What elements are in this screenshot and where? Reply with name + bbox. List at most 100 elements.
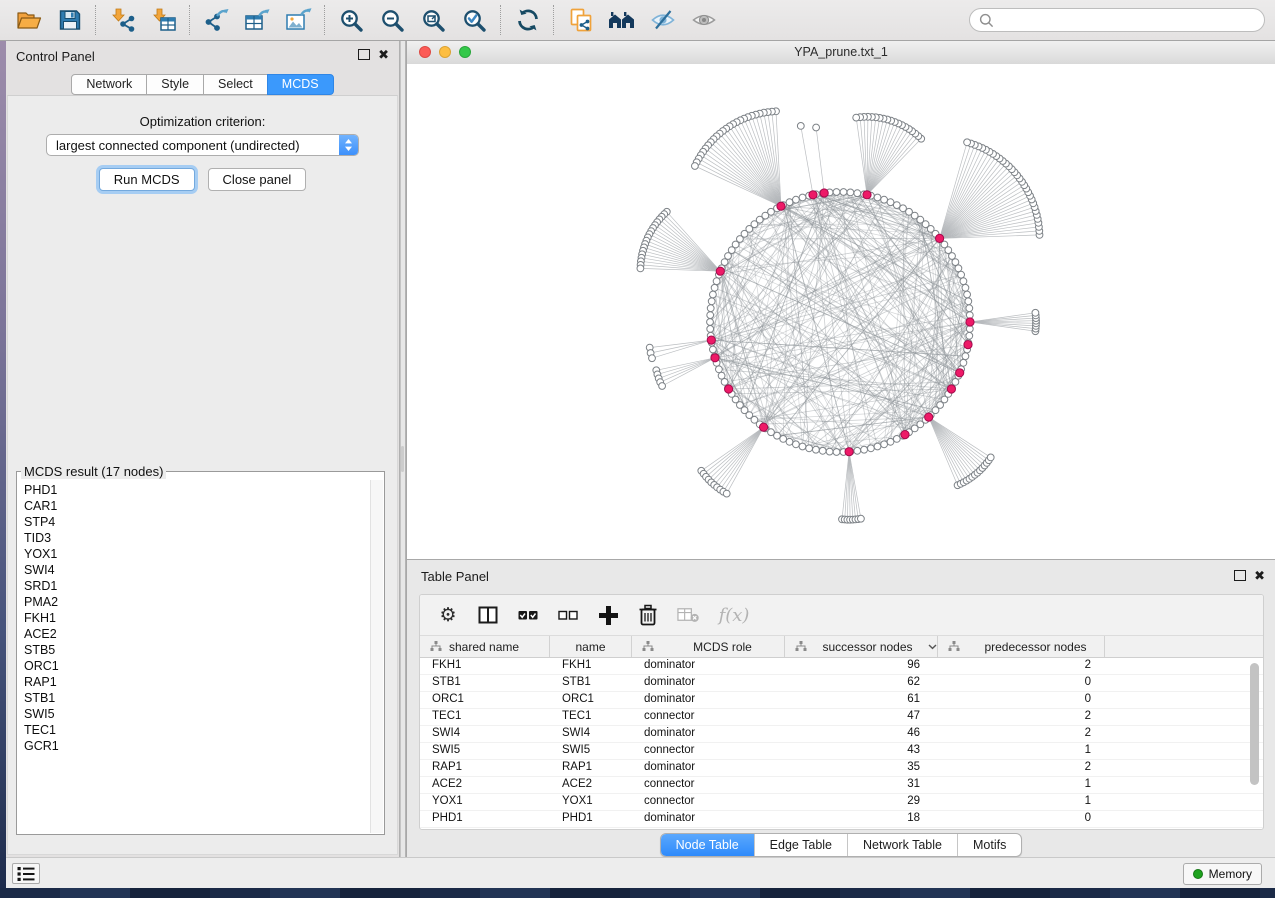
table-cell: RAP1 (550, 760, 632, 776)
function-builder-button[interactable]: f(x) (717, 603, 751, 627)
tab-mcds[interactable]: MCDS (267, 74, 334, 95)
table-row[interactable]: YOX1YOX1connector291 (420, 794, 1263, 811)
mcds-result-item[interactable]: SWI5 (24, 706, 370, 722)
table-row[interactable]: FKH1FKH1dominator962 (420, 658, 1263, 675)
hide-selected-button[interactable] (642, 2, 683, 38)
delete-table-button[interactable] (677, 603, 699, 627)
import-network-button[interactable] (102, 2, 143, 38)
close-table-panel-icon[interactable]: ✖ (1254, 571, 1265, 581)
mcds-result-item[interactable]: PMA2 (24, 594, 370, 610)
zoom-in-button[interactable] (331, 2, 372, 38)
float-panel-icon[interactable] (358, 49, 370, 60)
delete-column-button[interactable] (637, 603, 659, 627)
column-header-successor-nodes[interactable]: successor nodes (785, 636, 938, 657)
zoom-selected-button[interactable] (454, 2, 495, 38)
tab-motifs[interactable]: Motifs (957, 834, 1021, 856)
mcds-result-item[interactable]: TID3 (24, 530, 370, 546)
table-row[interactable]: PHD1PHD1dominator180 (420, 811, 1263, 828)
mcds-result-item[interactable]: TEC1 (24, 722, 370, 738)
tab-node-table[interactable]: Node Table (661, 834, 754, 856)
first-neighbors-button[interactable] (601, 2, 642, 38)
mcds-result-item[interactable]: STP4 (24, 514, 370, 530)
close-panel-button[interactable]: Close panel (208, 168, 307, 191)
add-column-button[interactable] (597, 603, 619, 627)
deselect-all-button[interactable] (557, 603, 579, 627)
table-cell: 18 (785, 811, 938, 827)
table-settings-button[interactable]: ⚙ (437, 603, 459, 627)
control-panel-tabs: NetworkStyleSelectMCDS (6, 74, 399, 95)
import-table-icon (151, 7, 177, 33)
toggle-columns-button[interactable] (477, 603, 499, 627)
table-cell: FKH1 (550, 658, 632, 674)
clone-network-button[interactable] (560, 2, 601, 38)
export-table-icon (244, 7, 271, 33)
column-header-mcds-role[interactable]: MCDS role (632, 636, 785, 657)
save-icon (57, 7, 83, 33)
mcds-result-scrollbar[interactable] (370, 480, 383, 833)
export-image-button[interactable] (278, 2, 319, 38)
houses-icon (608, 7, 635, 33)
zoom-fit-button[interactable] (413, 2, 454, 38)
table-row[interactable]: ORC1ORC1dominator610 (420, 692, 1263, 709)
table-row[interactable]: ACE2ACE2connector311 (420, 777, 1263, 794)
show-all-button[interactable] (683, 2, 724, 38)
mcds-result-item[interactable]: SRD1 (24, 578, 370, 594)
task-history-button[interactable] (12, 863, 40, 884)
zoom-out-button[interactable] (372, 2, 413, 38)
network-window-title: YPA_prune.txt_1 (407, 45, 1275, 59)
column-header-shared-name[interactable]: shared name (420, 636, 550, 657)
mcds-result-item[interactable]: ORC1 (24, 658, 370, 674)
tab-network[interactable]: Network (71, 74, 147, 95)
table-row[interactable]: SWI5SWI5connector431 (420, 743, 1263, 760)
save-session-button[interactable] (49, 2, 90, 38)
network-leaf-nodes[interactable] (637, 108, 1043, 523)
tab-edge-table[interactable]: Edge Table (754, 834, 847, 856)
tab-select[interactable]: Select (203, 74, 268, 95)
select-all-button[interactable] (517, 603, 539, 627)
table-row[interactable]: SWI4SWI4dominator462 (420, 726, 1263, 743)
sort-desc-icon (928, 644, 937, 650)
import-table-button[interactable] (143, 2, 184, 38)
search-input[interactable] (1000, 10, 1264, 30)
network-window-titlebar[interactable]: YPA_prune.txt_1 (407, 41, 1275, 65)
refresh-view-button[interactable] (507, 2, 548, 38)
mcds-result-item[interactable]: SWI4 (24, 562, 370, 578)
tab-style[interactable]: Style (146, 74, 204, 95)
run-mcds-button[interactable]: Run MCDS (99, 168, 195, 191)
export-network-button[interactable] (196, 2, 237, 38)
search-box[interactable] (969, 8, 1265, 32)
table-row[interactable]: TEC1TEC1connector472 (420, 709, 1263, 726)
main-toolbar (0, 0, 1275, 41)
splitter-handle-icon[interactable] (401, 446, 404, 472)
float-table-panel-icon[interactable] (1234, 570, 1246, 581)
network-canvas[interactable] (407, 64, 1275, 558)
table-row[interactable]: RAP1RAP1dominator352 (420, 760, 1263, 777)
mcds-result-item[interactable]: ACE2 (24, 626, 370, 642)
close-panel-icon[interactable]: ✖ (378, 50, 389, 60)
mcds-result-item[interactable]: RAP1 (24, 674, 370, 690)
mcds-result-item[interactable]: GCR1 (24, 738, 370, 754)
mcds-result-item[interactable]: STB1 (24, 690, 370, 706)
table-cell: dominator (632, 658, 785, 674)
zoom-fit-icon (421, 8, 446, 33)
mcds-result-list[interactable]: PHD1CAR1STP4TID3YOX1SWI4SRD1PMA2FKH1ACE2… (18, 481, 370, 833)
toolbar-separator (95, 5, 97, 35)
mcds-result-item[interactable]: FKH1 (24, 610, 370, 626)
open-file-button[interactable] (8, 2, 49, 38)
table-row[interactable]: STB1STB1dominator620 (420, 675, 1263, 692)
table-scrollbar[interactable] (1249, 659, 1260, 811)
table-scrollbar-thumb[interactable] (1250, 663, 1259, 785)
mcds-result-item[interactable]: PHD1 (24, 482, 370, 498)
shared-column-icon (948, 641, 960, 652)
mcds-result-item[interactable]: YOX1 (24, 546, 370, 562)
control-panel: Control Panel ✖ NetworkStyleSelectMCDS O… (6, 41, 400, 857)
column-header-name[interactable]: name (550, 636, 632, 657)
mcds-result-item[interactable]: CAR1 (24, 498, 370, 514)
tab-network-table[interactable]: Network Table (847, 834, 957, 856)
mcds-result-item[interactable]: STB5 (24, 642, 370, 658)
column-header-predecessor-nodes[interactable]: predecessor nodes (938, 636, 1105, 657)
table-panel-title: Table Panel (421, 569, 489, 584)
memory-button[interactable]: Memory (1183, 863, 1262, 885)
export-table-button[interactable] (237, 2, 278, 38)
optimization-select[interactable]: largest connected component (undirected) (46, 134, 359, 156)
